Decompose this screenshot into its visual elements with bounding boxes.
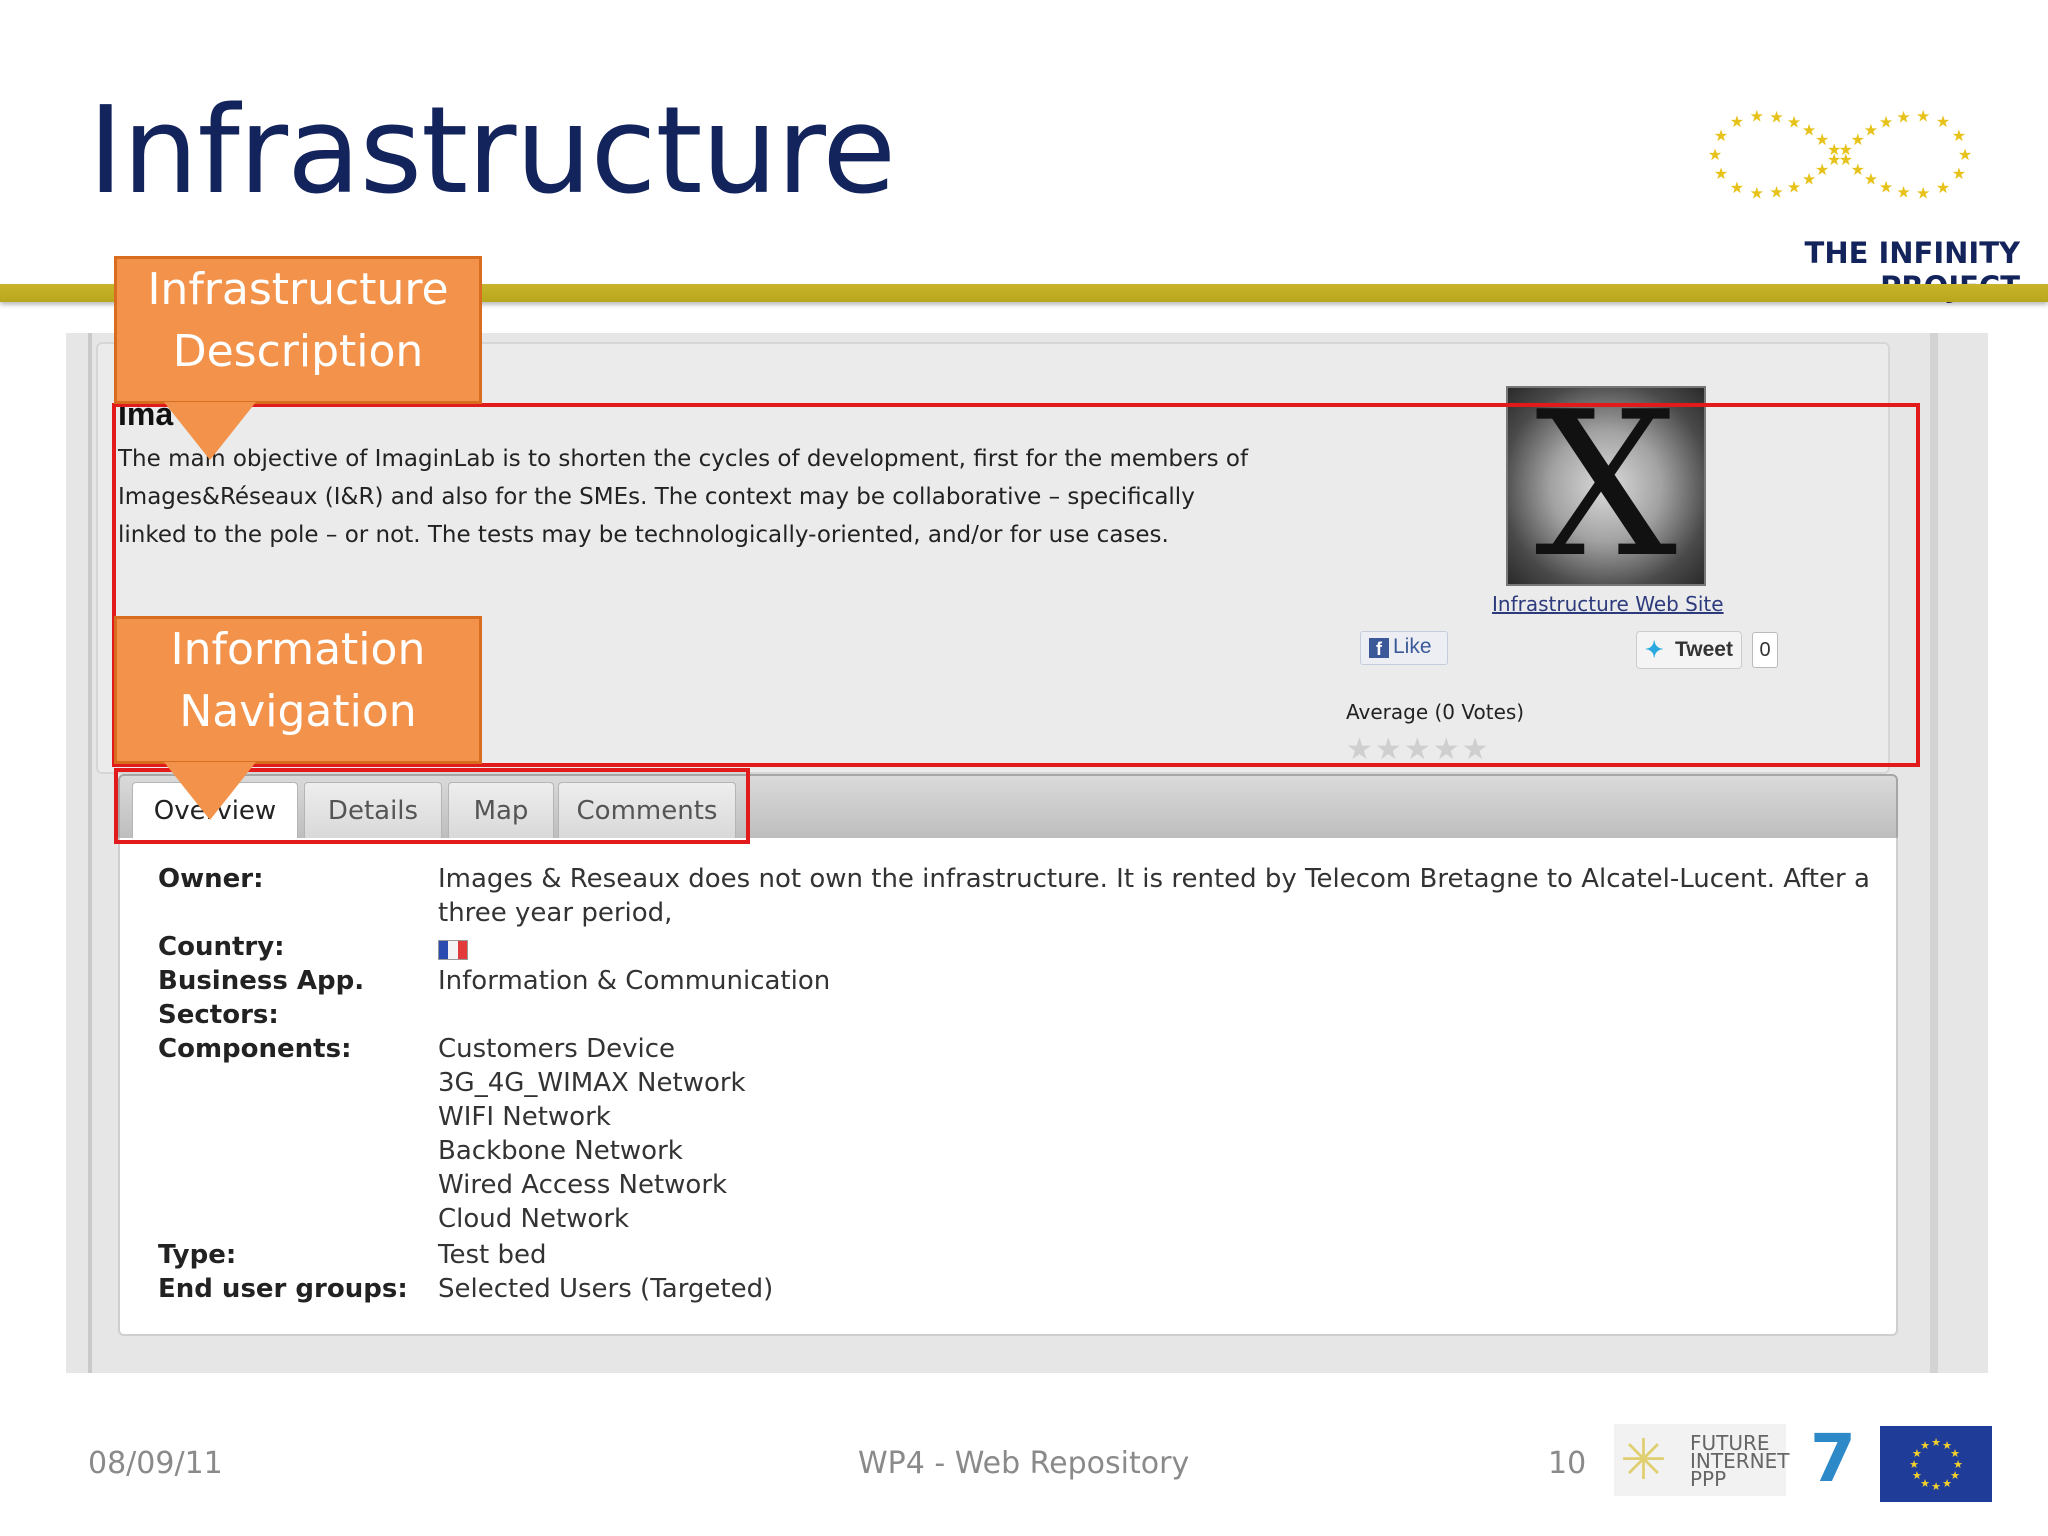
eu-star: ★	[1931, 1437, 1941, 1449]
owner-label: Owner:	[158, 864, 264, 894]
fp7-logo: 7	[1792, 1420, 1876, 1497]
footer-title: WP4 - Web Repository	[858, 1446, 1190, 1481]
logo-star: ★	[1769, 183, 1783, 202]
eu-star: ★	[1912, 1470, 1922, 1482]
logo-star: ★	[1750, 106, 1764, 125]
overview-panel	[118, 838, 1898, 1336]
component-item: Backbone Network	[438, 1136, 683, 1166]
logo-star: ★	[1714, 164, 1728, 183]
logo-star: ★	[1879, 113, 1893, 132]
logo-star: ★	[1952, 164, 1966, 183]
page-number: 10	[1548, 1446, 1587, 1481]
logo-star: ★	[1879, 177, 1893, 196]
description-callout: Infrastructure Description	[114, 256, 482, 404]
slide-title: Infrastructure	[88, 82, 896, 221]
description-callout-pointer	[164, 402, 256, 460]
fp7-number: 7	[1810, 1420, 1856, 1497]
component-item: 3G_4G_WIMAX Network	[438, 1068, 746, 1098]
callout-line: Navigation	[179, 686, 417, 737]
owner-value-continued: three year period,	[438, 898, 673, 928]
eu-star: ★	[1909, 1459, 1919, 1471]
logo-star: ★	[1769, 107, 1783, 126]
end-user-groups-label: End user groups:	[158, 1274, 408, 1304]
logo-star: ★	[1730, 112, 1744, 131]
logo-star: ★	[1787, 177, 1801, 196]
callout-line: Infrastructure	[147, 264, 449, 315]
logo-star: ★	[1730, 178, 1744, 197]
logo-star: ★	[1864, 121, 1878, 140]
owner-value: Images & Reseaux does not own the infras…	[438, 864, 1870, 894]
logo-star: ★	[1916, 106, 1930, 125]
logo-star: ★	[1916, 184, 1930, 203]
logo-star: ★	[1952, 126, 1966, 145]
callout-line: Description	[172, 326, 424, 377]
eu-flag-icon: ★ ★ ★ ★ ★ ★ ★ ★ ★ ★ ★ ★	[1880, 1426, 1992, 1502]
logo-star: ★	[1958, 145, 1972, 164]
sectors-label: Sectors:	[158, 1000, 279, 1030]
eu-star: ★	[1950, 1448, 1960, 1460]
frame-border-left	[88, 333, 92, 1373]
eu-star: ★	[1931, 1481, 1941, 1493]
logo-star: ★	[1787, 113, 1801, 132]
logo-star: ★	[1896, 183, 1910, 202]
navigation-callout: Information Navigation	[114, 616, 482, 764]
callout-line: Information	[170, 624, 426, 675]
type-value: Test bed	[438, 1240, 547, 1270]
component-item: WIFI Network	[438, 1102, 611, 1132]
frame-border-right	[1930, 333, 1938, 1373]
logo-star: ★	[1802, 121, 1816, 140]
end-user-groups-value: Selected Users (Targeted)	[438, 1274, 774, 1304]
logo-star: ★	[1896, 107, 1910, 126]
component-item: Customers Device	[438, 1034, 676, 1064]
eu-star: ★	[1920, 1440, 1930, 1452]
starburst-icon: ✳	[1620, 1428, 1667, 1491]
logo-star: ★	[1815, 130, 1829, 149]
footer-date: 08/09/11	[88, 1446, 223, 1481]
country-label: Country:	[158, 932, 285, 962]
logo-star: ★	[1864, 169, 1878, 188]
components-label: Components:	[158, 1034, 352, 1064]
future-internet-logo: ✳ FUTURE INTERNET PPP	[1614, 1424, 1789, 1496]
logo-star: ★	[1936, 112, 1950, 131]
france-flag-icon	[438, 940, 468, 960]
logo-star: ★	[1714, 126, 1728, 145]
eu-star: ★	[1942, 1478, 1952, 1490]
type-label: Type:	[158, 1240, 237, 1270]
logo-star: ★	[1936, 178, 1950, 197]
business-app-value: Information & Communication	[438, 966, 831, 996]
navigation-callout-pointer	[164, 762, 256, 820]
business-app-label: Business App.	[158, 966, 365, 996]
component-item: Wired Access Network	[438, 1170, 728, 1200]
logo-star: ★	[1708, 145, 1722, 164]
component-item: Cloud Network	[438, 1204, 630, 1234]
logo-star: ★	[1750, 184, 1764, 203]
